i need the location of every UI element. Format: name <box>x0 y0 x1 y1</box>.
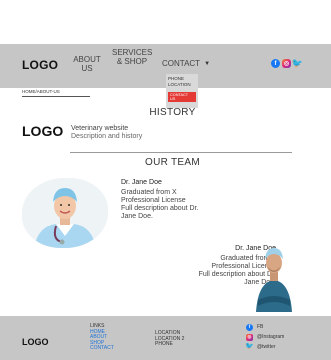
nav-contact[interactable]: CONTACT ▼ <box>162 59 210 68</box>
footer-phone: PHONE <box>155 341 173 347</box>
breadcrumb-underline <box>22 96 90 97</box>
team-member-1-photo <box>22 178 108 248</box>
footer-social-twitter[interactable]: 🐦 @twitter <box>245 342 284 352</box>
team-member-1-line: Professional License <box>121 197 186 204</box>
facebook-icon[interactable]: f <box>271 59 280 68</box>
history-title: HISTORY <box>149 107 196 118</box>
footer-social-fb[interactable]: f FB <box>246 322 284 332</box>
contact-dropdown: PHONE LOCATION CONTACT US <box>166 74 198 108</box>
instagram-icon[interactable]: ◎ <box>282 59 291 68</box>
site-footer: LOGO LINKS HOME ABOUT SHOP CONTACT LOCAT… <box>0 316 331 360</box>
nav-services-shop[interactable]: SERVICES & SHOP <box>112 48 152 66</box>
footer-location: LOCATION LOCATION 2 PHONE <box>155 330 184 348</box>
header-logo[interactable]: LOGO <box>22 58 58 72</box>
team-member-1-line: Graduated from X <box>121 189 177 196</box>
team-member-1-line: Jane Doe. <box>121 213 153 220</box>
history-heading: Veterinary website <box>71 125 129 132</box>
instagram-icon: ◎ <box>246 333 253 341</box>
section-divider <box>70 152 292 153</box>
contact-us-button[interactable]: CONTACT US <box>168 92 196 102</box>
doctor-male-illustration <box>256 248 292 312</box>
team-title: OUR TEAM <box>145 157 200 168</box>
footer-twitter-label: @twitter <box>257 344 276 350</box>
footer-logo[interactable]: LOGO <box>22 337 49 347</box>
twitter-icon[interactable]: 🐦 <box>292 58 303 68</box>
footer-social: f FB ◎ @Instagram 🐦 @twitter <box>245 322 284 352</box>
footer-fb-label: FB <box>257 324 264 330</box>
history-logo: LOGO <box>22 123 64 139</box>
header-social-icons: f ◎ 🐦 <box>271 58 303 68</box>
history-description: Veterinary website Description and histo… <box>71 125 142 141</box>
nav-about-us[interactable]: ABOUT US <box>70 55 104 73</box>
team-member-2-photo <box>254 242 294 312</box>
footer-instagram-label: @Instagram <box>257 334 285 340</box>
team-member-1-info: Dr. Jane Doe Graduated from X Profession… <box>121 179 231 221</box>
facebook-icon: f <box>246 323 253 331</box>
team-member-1-name: Dr. Jane Doe <box>121 179 162 186</box>
breadcrumb[interactable]: HOME/ABOUT-US <box>22 89 60 94</box>
history-subtitle: Description and history <box>71 133 143 140</box>
footer-links: LINKS HOME ABOUT SHOP CONTACT <box>90 323 114 352</box>
chevron-down-icon: ▼ <box>204 60 211 67</box>
doctor-female-illustration <box>22 178 108 248</box>
dropdown-item-location[interactable]: LOCATION <box>168 82 196 88</box>
team-member-1-line: Full description about Dr. <box>121 205 199 212</box>
footer-link-contact[interactable]: CONTACT <box>90 345 114 352</box>
twitter-icon: 🐦 <box>245 343 254 350</box>
nav-contact-label: CONTACT <box>162 59 201 68</box>
footer-social-instagram[interactable]: ◎ @Instagram <box>246 332 284 342</box>
